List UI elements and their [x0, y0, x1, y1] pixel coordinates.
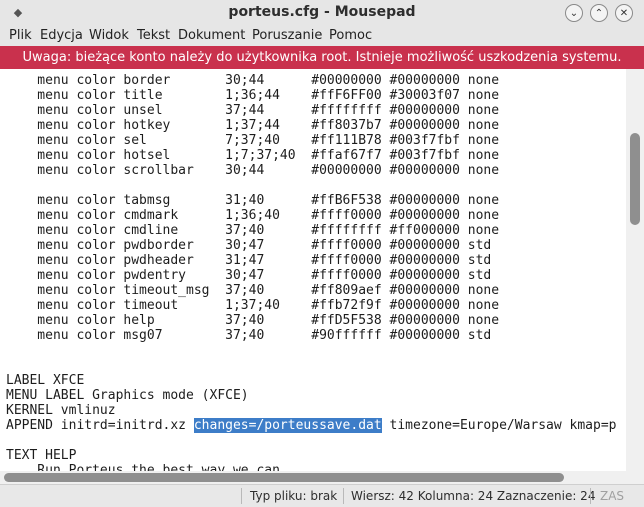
editor-line: menu color cmdmark 1;36;40 #ffff0000 #00… [6, 208, 500, 223]
editor-line: menu color msg07 37;40 #90ffffff #000000… [6, 328, 492, 343]
menu-pomoc[interactable]: Pomoc [329, 28, 372, 43]
editor-line: menu color timeout_msg 37;40 #ff809aef #… [6, 283, 500, 298]
status-separator [241, 488, 242, 504]
close-icon[interactable]: ✕ [615, 4, 633, 22]
menu-plik[interactable]: Plik [9, 28, 32, 43]
status-separator [343, 488, 344, 504]
scroll-corner [626, 471, 644, 484]
insert-mode-status: ZAS [600, 489, 625, 503]
selected-text[interactable]: changes=/porteussave.dat [193, 418, 382, 433]
maximize-icon[interactable]: ⌃ [590, 4, 608, 22]
editor-line: menu color help 37;40 #ffD5F538 #0000000… [6, 313, 500, 328]
editor-line: menu color unsel 37;44 #ffffffff #000000… [6, 103, 500, 118]
editor-line: menu color sel 7;37;40 #ff111B78 #003f7f… [6, 133, 500, 148]
title-bar: ◆ porteus.cfg - Mousepad ⌄ ⌃ ✕ [0, 0, 644, 26]
menu-dokument[interactable]: Dokument [178, 28, 245, 43]
vertical-scrollbar[interactable] [626, 69, 644, 471]
editor-line: menu color tabmsg 31;40 #ffB6F538 #00000… [6, 193, 500, 208]
editor-line: menu color border 30;44 #00000000 #00000… [6, 73, 500, 88]
text-editor[interactable]: APPEND initrd=initrd.xz changes=/porteus… [0, 69, 626, 471]
editor-line: menu color pwdborder 30;47 #ffff0000 #00… [6, 238, 492, 253]
editor-line: menu color title 1;36;44 #ffF6FF00 #3000… [6, 88, 500, 103]
editor-line: menu color pwdentry 30;47 #ffff0000 #000… [6, 268, 492, 283]
minimize-icon[interactable]: ⌄ [565, 4, 583, 22]
editor-line: MENU LABEL Graphics mode (XFCE) [6, 388, 249, 403]
editor-line: LABEL XFCE [6, 373, 85, 388]
menu-poruszanie[interactable]: Poruszanie [252, 28, 322, 43]
editor-line: menu color pwdheader 31;47 #ffff0000 #00… [6, 253, 492, 268]
editor-line: menu color timeout 1;37;40 #ffb72f9f #00… [6, 298, 500, 313]
editor-line: menu color hotkey 1;37;44 #ff8037b7 #000… [6, 118, 500, 133]
horizontal-scroll-thumb[interactable] [4, 473, 564, 482]
editor-line: menu color hotsel 1;7;37;40 #ffaf67f7 #0… [6, 148, 500, 163]
editor-line: menu color cmdline 37;40 #ffffffff #ff00… [6, 223, 500, 238]
filetype-status[interactable]: Typ pliku: brak [250, 489, 337, 503]
editor-line-append: APPEND initrd=initrd.xz changes=/porteus… [6, 418, 617, 433]
append-after: timezone=Europe/Warsaw kmap=p [381, 418, 617, 433]
cursor-position-status: Wiersz: 42 Kolumna: 24 Zaznaczenie: 24 [351, 489, 596, 503]
vertical-scroll-thumb[interactable] [630, 133, 640, 225]
editor-line: menu color scrollbar 30;44 #00000000 #00… [6, 163, 500, 178]
editor-line: TEXT HELP [6, 448, 77, 463]
status-separator [590, 488, 591, 504]
append-before: APPEND initrd=initrd.xz [6, 418, 194, 433]
menu-edycja[interactable]: Edycja [40, 28, 83, 43]
window-title: porteus.cfg - Mousepad [228, 4, 416, 20]
editor-line: KERNEL vmlinuz [6, 403, 116, 418]
menu-tekst[interactable]: Tekst [137, 28, 170, 43]
menu-widok[interactable]: Widok [89, 28, 129, 43]
horizontal-scrollbar[interactable] [0, 471, 626, 484]
editor-line: Run Porteus the best way we can. [6, 463, 288, 471]
menu-bar: Plik Edycja Widok Tekst Dokument Porusza… [0, 26, 644, 46]
root-warning-banner: Uwaga: bieżące konto należy do użytkowni… [0, 46, 644, 69]
status-bar: Typ pliku: brak Wiersz: 42 Kolumna: 24 Z… [0, 484, 644, 507]
